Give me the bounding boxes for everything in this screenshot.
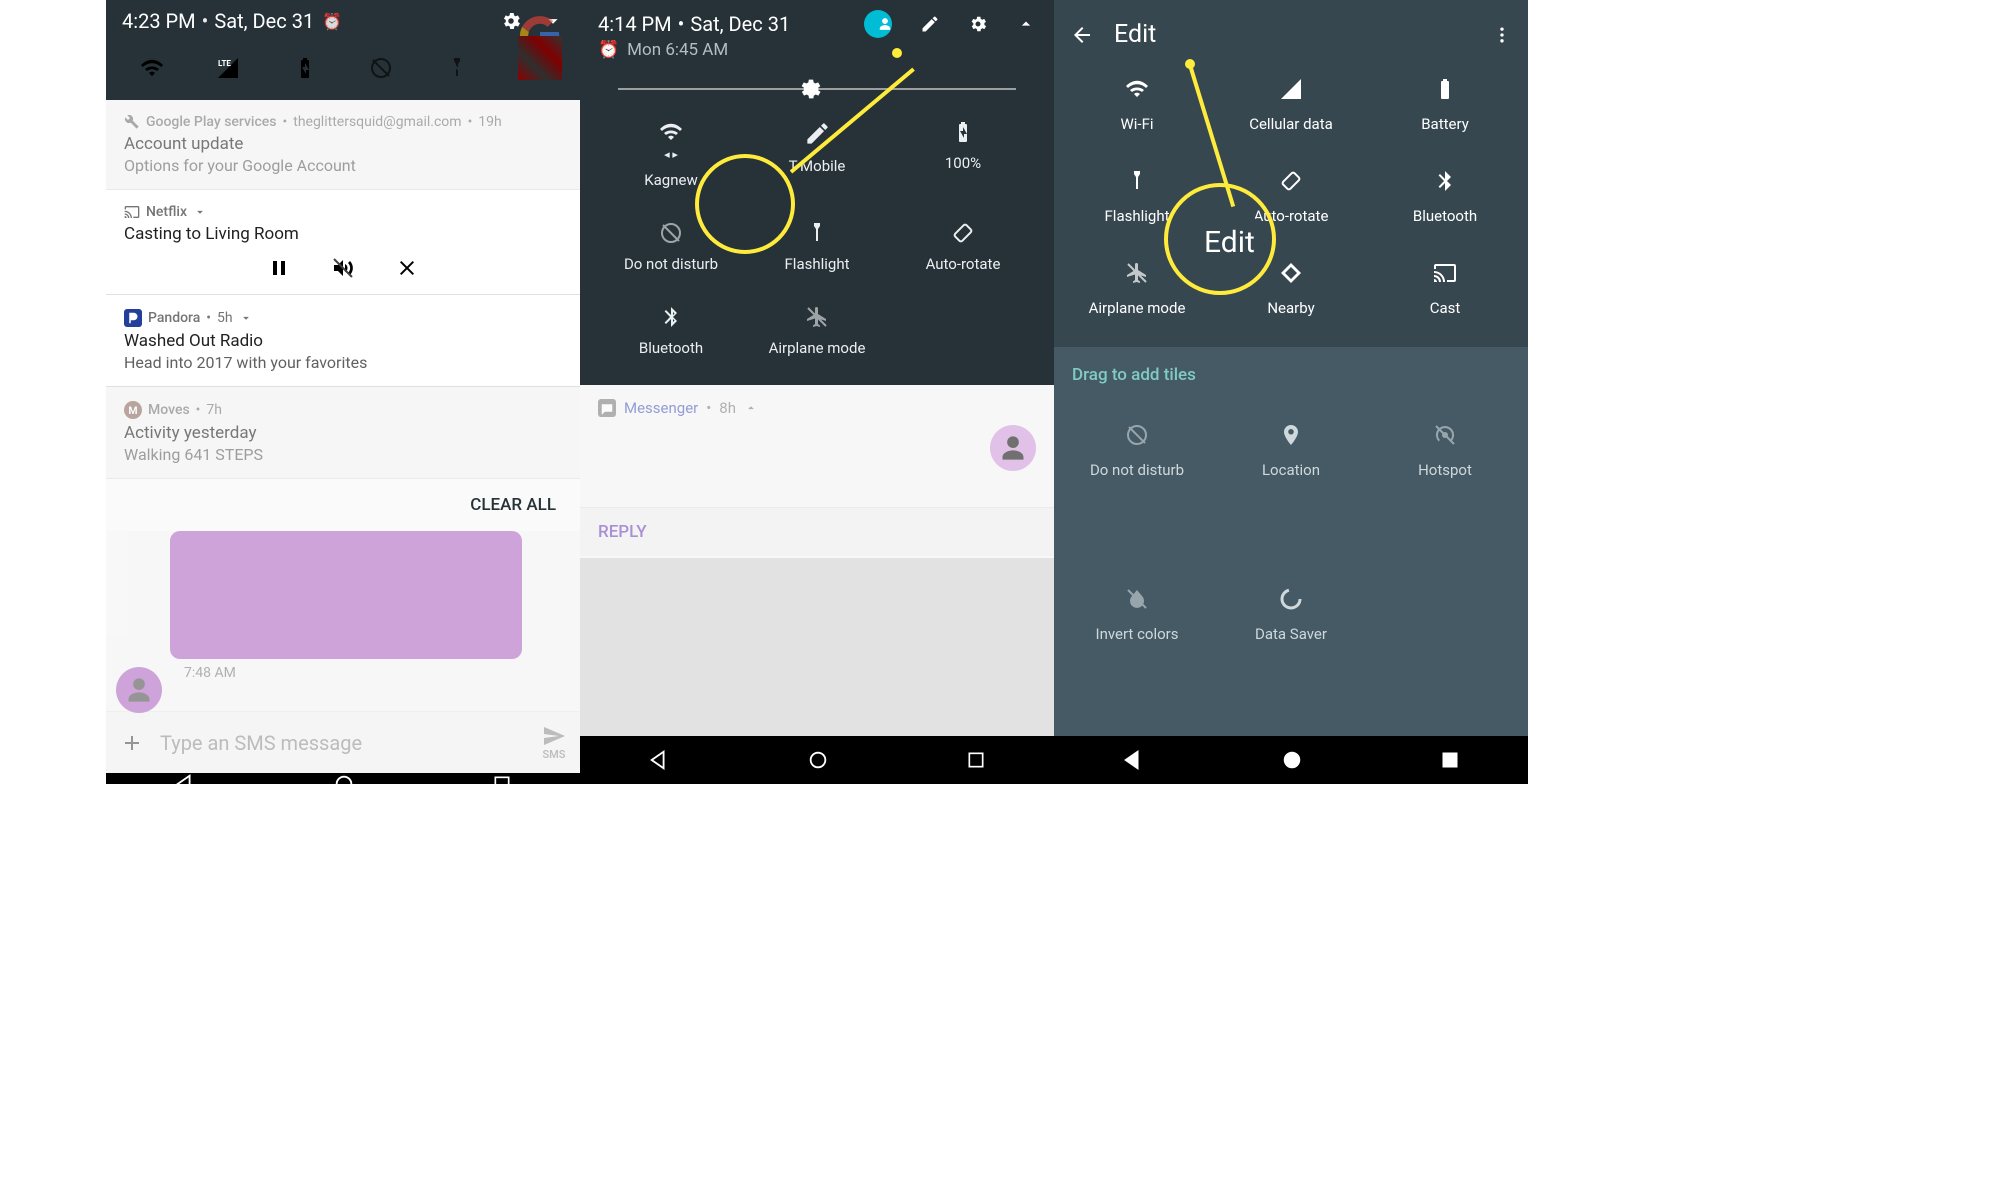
chevron-down-icon[interactable]: [193, 205, 207, 219]
notification-google[interactable]: Google Play services• theglittersquid@gm…: [106, 100, 580, 190]
nav-bar: [106, 773, 580, 784]
reply-button[interactable]: REPLY: [580, 507, 1054, 556]
tile-cast[interactable]: Cast: [1368, 261, 1522, 317]
date: Sat, Dec 31: [214, 9, 314, 33]
more-icon[interactable]: [1492, 25, 1512, 45]
tile-battery[interactable]: Battery: [1368, 77, 1522, 133]
available-hotspot[interactable]: Hotspot: [1368, 423, 1522, 553]
dnd-icon[interactable]: [369, 56, 393, 80]
tile-bluetooth[interactable]: Bluetooth: [598, 305, 744, 357]
tile-battery[interactable]: 100%: [890, 120, 1036, 189]
recents-button[interactable]: [492, 774, 512, 784]
tile-flashlight[interactable]: Flashlight: [1060, 169, 1214, 225]
flashlight-icon[interactable]: [445, 56, 469, 80]
available-location[interactable]: Location: [1214, 423, 1368, 553]
back-button[interactable]: [1122, 749, 1144, 771]
nav-bar: [1054, 736, 1528, 784]
clear-all-button[interactable]: CLEAR ALL: [106, 479, 580, 531]
cellular-icon[interactable]: LTE: [216, 56, 240, 80]
cast-icon: [124, 204, 140, 220]
brightness-icon[interactable]: [797, 76, 823, 102]
tile-dnd[interactable]: Do not disturb: [598, 221, 744, 273]
notification-messenger[interactable]: Messenger• 8h: [580, 385, 1054, 417]
tile-wifi[interactable]: ◂ ▸Kagnew: [598, 120, 744, 189]
tile-bluetooth[interactable]: Bluetooth: [1368, 169, 1522, 225]
back-arrow-icon[interactable]: [1070, 23, 1094, 47]
close-icon[interactable]: [395, 256, 419, 280]
pause-icon[interactable]: [267, 256, 291, 280]
next-alarm: ⏰Mon 6:45 AM: [598, 40, 1036, 60]
messenger-icon: [598, 399, 616, 417]
svg-text:M: M: [128, 404, 137, 417]
available-datasaver[interactable]: Data Saver: [1214, 587, 1368, 717]
recents-button[interactable]: [966, 750, 986, 770]
chevron-up-icon[interactable]: [1016, 14, 1036, 34]
date: Sat, Dec 31: [690, 12, 790, 36]
profile-avatar[interactable]: [864, 10, 892, 38]
highlight-dot: [892, 48, 902, 58]
notification-pandora[interactable]: Pandora• 5h Washed Out Radio Head into 2…: [106, 295, 580, 387]
sms-time: 7:48 AM: [184, 665, 580, 681]
tile-flashlight[interactable]: Flashlight: [744, 221, 890, 273]
home-button[interactable]: [1281, 749, 1303, 771]
brightness-slider[interactable]: [618, 88, 1016, 90]
edit-icon[interactable]: [920, 14, 940, 34]
tile-nearby[interactable]: Nearby: [1214, 261, 1368, 317]
home-button[interactable]: [333, 773, 355, 784]
back-button[interactable]: [174, 773, 196, 784]
chevron-up-icon[interactable]: [744, 401, 758, 415]
status-bar: 4:14 PM • Sat, Dec 31: [598, 10, 1036, 38]
sms-input[interactable]: Type an SMS message: [160, 731, 526, 755]
tile-airplane[interactable]: Airplane mode: [1060, 261, 1214, 317]
alarm-icon: ⏰: [322, 12, 342, 31]
tile-cellular[interactable]: Cellular data: [1214, 77, 1368, 133]
notification-moves[interactable]: M Moves• 7h Activity yesterday Walking 6…: [106, 387, 580, 479]
moves-icon: M: [124, 401, 142, 419]
sms-compose-bar[interactable]: Type an SMS message SMS: [106, 711, 580, 773]
status-bar: 4:23 PM • Sat, Dec 31 ⏰: [106, 0, 580, 42]
nav-bar: [580, 736, 1054, 784]
send-icon[interactable]: [542, 724, 566, 748]
page-title: Edit: [1114, 20, 1472, 49]
available-invert[interactable]: Invert colors: [1060, 587, 1214, 717]
time: 4:14 PM: [598, 12, 672, 36]
chevron-down-icon[interactable]: [239, 311, 253, 325]
drag-section-label: Drag to add tiles: [1054, 347, 1528, 403]
plus-icon[interactable]: [120, 731, 144, 755]
wrench-icon: [124, 114, 140, 130]
home-button[interactable]: [807, 749, 829, 771]
sms-bubble: [170, 531, 522, 659]
wifi-icon[interactable]: [140, 56, 164, 80]
album-art: [518, 36, 562, 80]
tile-wifi[interactable]: Wi-Fi: [1060, 77, 1214, 133]
gear-icon[interactable]: [968, 14, 988, 34]
back-button[interactable]: [648, 749, 670, 771]
time: 4:23 PM: [122, 9, 196, 33]
contact-avatar[interactable]: [116, 667, 162, 713]
svg-text:LTE: LTE: [218, 59, 231, 68]
mute-icon[interactable]: [331, 256, 355, 280]
quick-settings-mini: LTE: [106, 42, 580, 100]
tile-edit-placeholder[interactable]: T-Mobile: [744, 120, 890, 189]
recents-button[interactable]: [1440, 750, 1460, 770]
available-dnd[interactable]: Do not disturb: [1060, 423, 1214, 553]
tile-airplane[interactable]: Airplane mode: [744, 305, 890, 357]
pandora-icon: [124, 309, 142, 327]
battery-icon[interactable]: [293, 56, 317, 80]
notification-netflix[interactable]: Netflix Casting to Living Room: [106, 190, 580, 295]
messenger-avatar[interactable]: [990, 425, 1036, 471]
tile-rotate[interactable]: Auto-rotate: [890, 221, 1036, 273]
tile-rotate[interactable]: Auto-rotate: [1214, 169, 1368, 225]
